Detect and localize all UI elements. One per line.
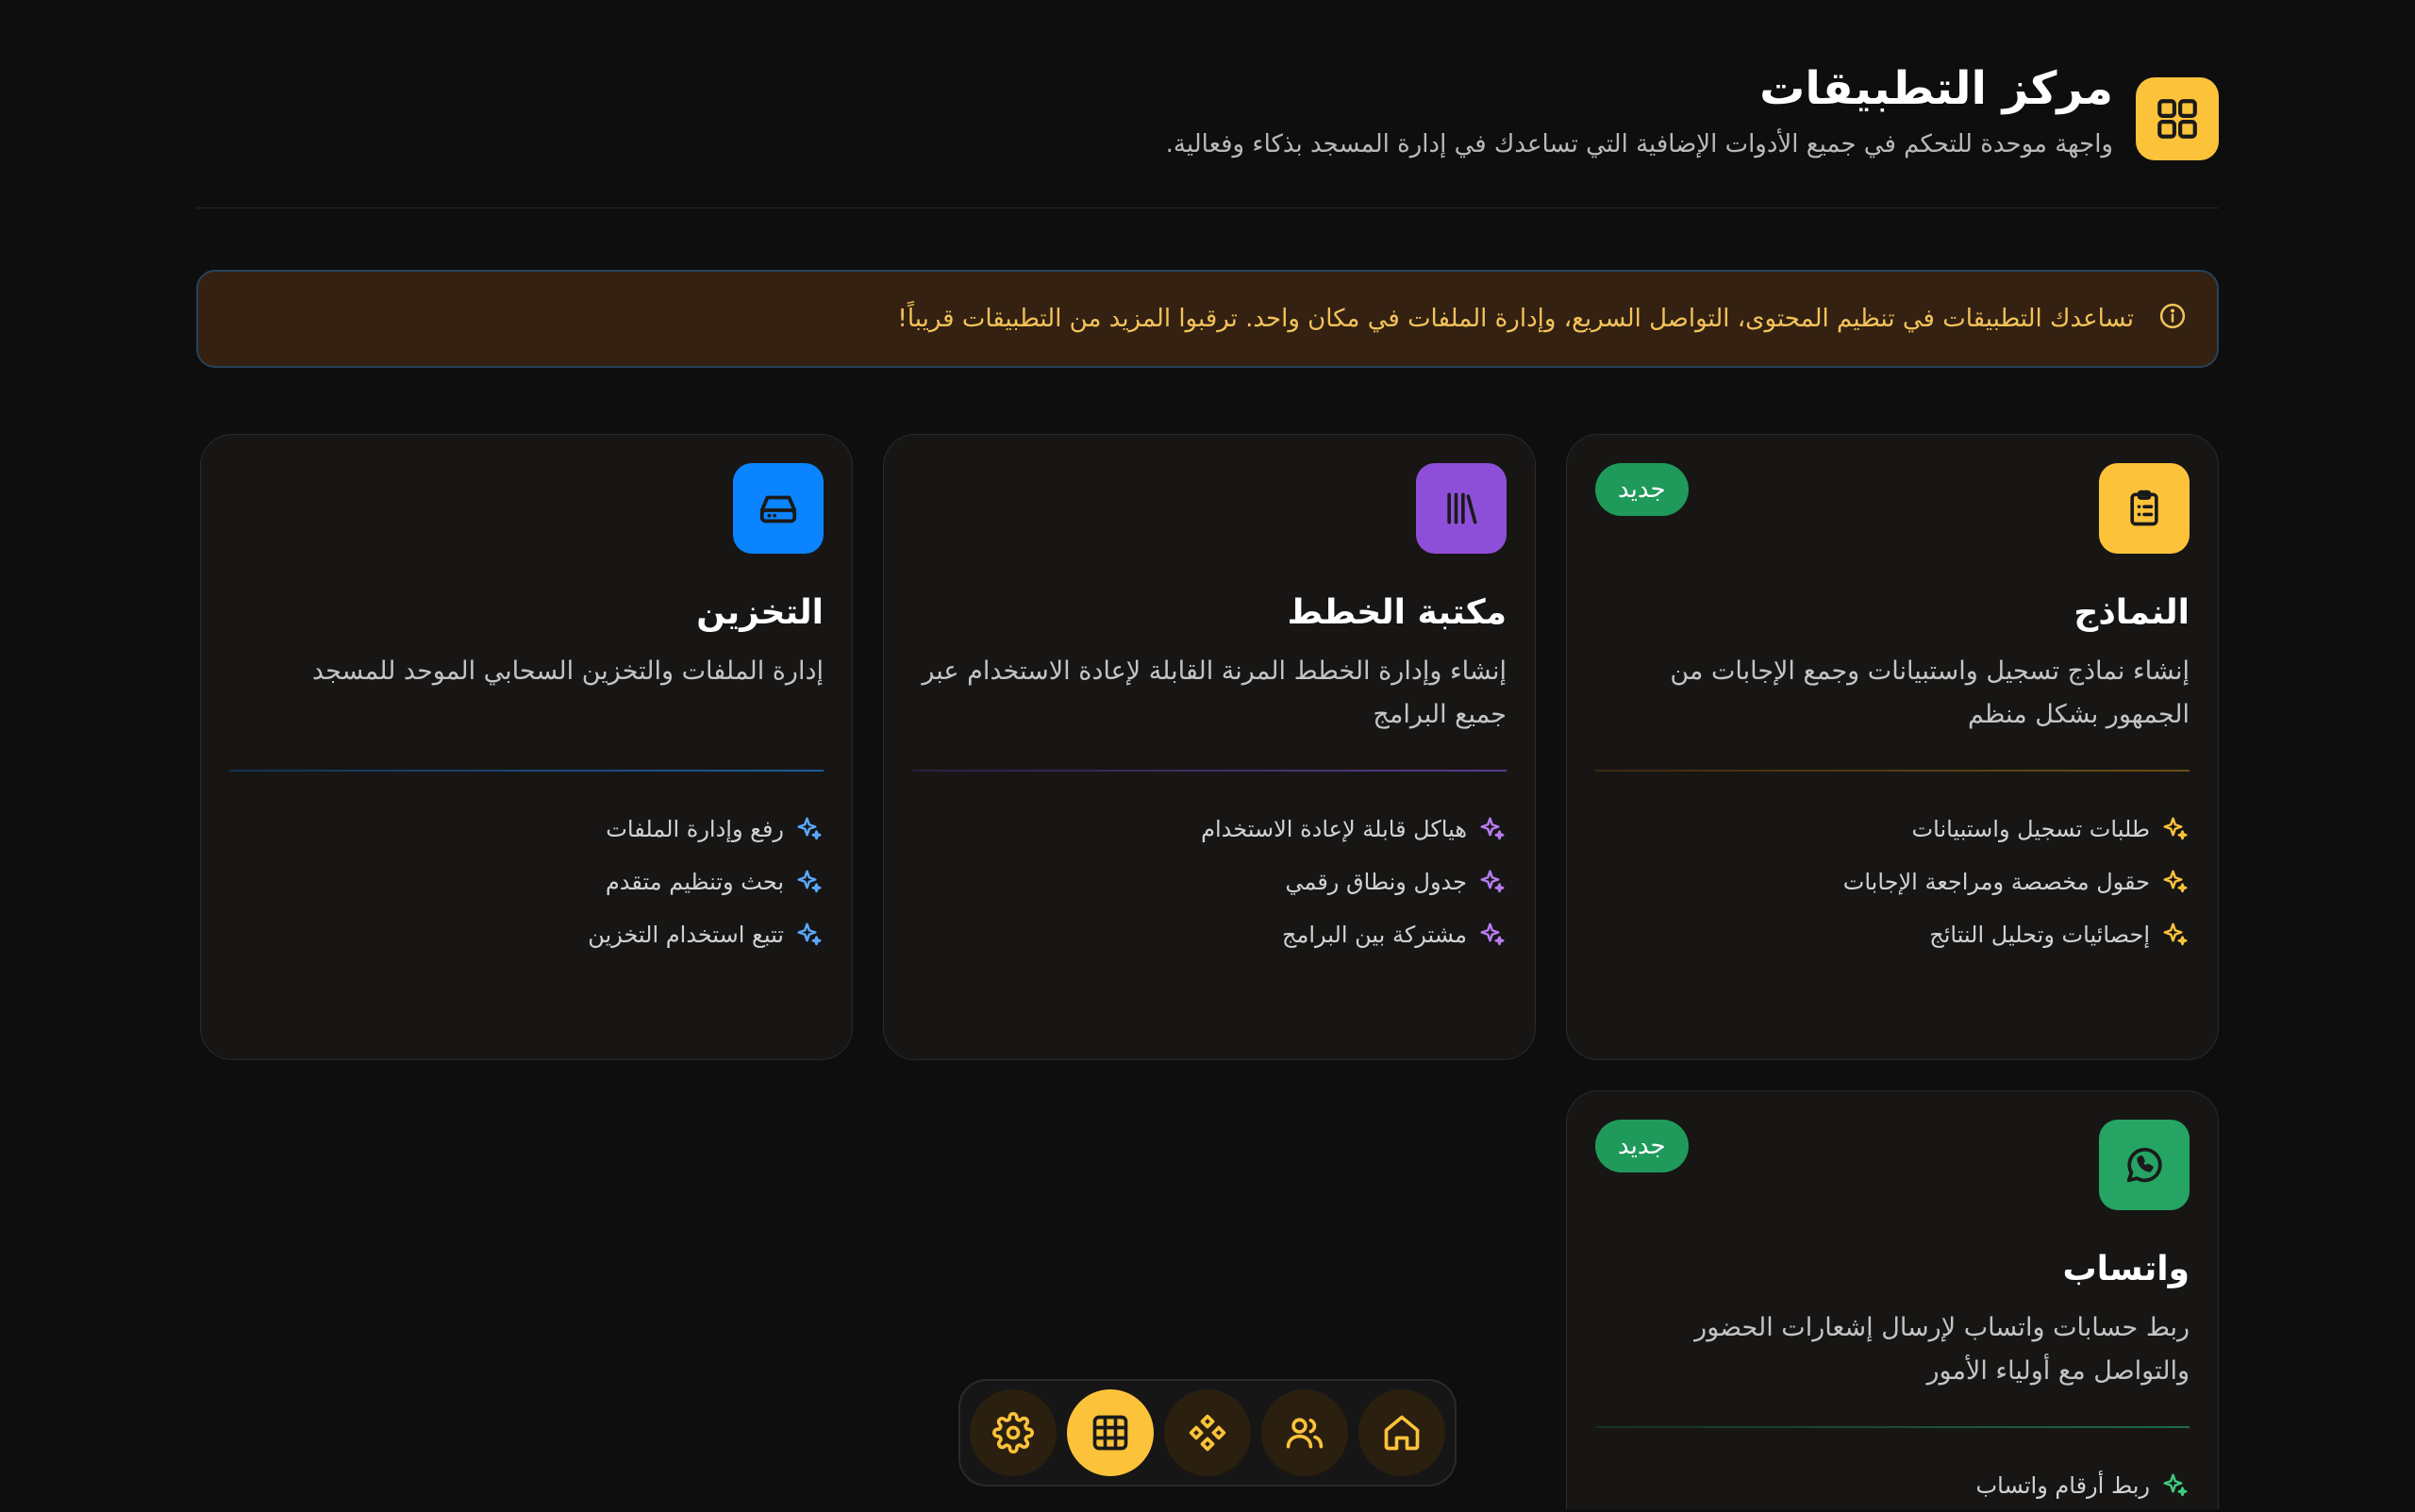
- feature-item: رفع وإدارة الملفات: [588, 803, 824, 856]
- feature-text: ربط أرقام واتساب: [1975, 1472, 2150, 1499]
- dock-components-button[interactable]: [1164, 1389, 1251, 1476]
- feature-item: إحصائيات وتحليل النتائج: [1843, 908, 2190, 961]
- feature-text: طلبات تسجيل واستبيانات: [1911, 816, 2150, 842]
- card-description: إنشاء نماذج تسجيل واستبيانات وجمع الإجاب…: [1670, 656, 2190, 729]
- card-title: النماذج: [2074, 593, 2190, 632]
- page-header: مركز التطبيقات واجهة موحدة للتحكم في جمي…: [196, 0, 2219, 208]
- feature-text: رفع وإدارة الملفات: [606, 816, 784, 842]
- feature-text: حقول مخصصة ومراجعة الإجابات: [1842, 869, 2150, 895]
- card-divider: [229, 770, 824, 772]
- apps-center-page: مركز التطبيقات واجهة موحدة للتحكم في جمي…: [196, 0, 2219, 1509]
- card-description: إنشاء وإدارة الخطط المرنة القابلة لإعادة…: [922, 656, 1507, 729]
- card-title: واتساب: [2062, 1250, 2190, 1288]
- home-icon: [1384, 1415, 1420, 1451]
- new-badge: جديد: [1595, 463, 1689, 516]
- feature-item: ربط أرقام واتساب: [1976, 1459, 2190, 1512]
- feature-item: بحث وتنظيم متقدم: [588, 856, 824, 908]
- bottom-dock: [958, 1379, 1457, 1487]
- grid-icon: [2136, 77, 2219, 160]
- sparkles-icon: [1480, 817, 1505, 840]
- sparkles-icon: [797, 817, 822, 840]
- card-description: إدارة الملفات والتخزين السحابي الموحد لل…: [311, 656, 824, 686]
- users-icon: [1286, 1418, 1324, 1449]
- sparkles-icon: [1480, 922, 1505, 946]
- feature-item: طلبات تسجيل واستبيانات: [1843, 803, 2190, 856]
- feature-item: تتبع استخدام التخزين: [588, 908, 824, 961]
- feature-item: حقول مخصصة ومراجعة الإجابات: [1843, 856, 2190, 908]
- card-divider: [1595, 770, 2190, 772]
- page-subtitle: واجهة موحدة للتحكم في جميع الأدوات الإضا…: [1165, 130, 2113, 158]
- whatsapp-icon: [2099, 1120, 2190, 1210]
- feature-list: ربط أرقام واتساب: [1976, 1459, 2190, 1512]
- app-card-storage[interactable]: التخزين إدارة الملفات والتخزين السحابي ا…: [200, 434, 853, 1060]
- components-icon: [1189, 1414, 1226, 1452]
- app-card-whatsapp[interactable]: جديد واتساب ربط حسابات واتساب لإرسال إشع…: [1566, 1090, 2219, 1509]
- feature-text: جدول ونطاق رقمي: [1285, 869, 1467, 895]
- card-title: التخزين: [696, 593, 824, 632]
- card-divider: [1595, 1426, 2190, 1428]
- feature-item: هياكل قابلة لإعادة الاستخدام: [1201, 803, 1507, 856]
- feature-text: إحصائيات وتحليل النتائج: [1929, 922, 2150, 948]
- feature-list: طلبات تسجيل واستبيانات حقول مخصصة ومراجع…: [1843, 803, 2190, 961]
- feature-list: رفع وإدارة الملفات بحث وتنظيم متقدم تتبع…: [588, 803, 824, 961]
- feature-text: بحث وتنظيم متقدم: [605, 869, 784, 895]
- info-banner: تساعدك التطبيقات في تنظيم المحتوى، التوا…: [196, 270, 2219, 368]
- card-divider: [912, 770, 1507, 772]
- dock-home-button[interactable]: [1358, 1389, 1445, 1476]
- app-card-plans-library[interactable]: مكتبة الخطط إنشاء وإدارة الخطط المرنة ال…: [883, 434, 1536, 1060]
- banner-text: تساعدك التطبيقات في تنظيم المحتوى، التوا…: [897, 305, 2134, 333]
- apps-grid-icon: [1092, 1415, 1128, 1451]
- sparkles-icon: [2163, 1473, 2188, 1497]
- dock-users-button[interactable]: [1261, 1389, 1348, 1476]
- sparkles-icon: [797, 870, 822, 893]
- card-title: مكتبة الخطط: [1287, 593, 1507, 632]
- feature-item: مشتركة بين البرامج: [1201, 908, 1507, 961]
- sparkles-icon: [2163, 817, 2188, 840]
- feature-list: هياكل قابلة لإعادة الاستخدام جدول ونطاق …: [1201, 803, 1507, 961]
- clipboard-icon: [2099, 463, 2190, 554]
- page-title: مركز التطبيقات: [1759, 62, 2113, 115]
- sparkles-icon: [2163, 870, 2188, 893]
- settings-icon: [992, 1412, 1034, 1454]
- feature-item: جدول ونطاق رقمي: [1201, 856, 1507, 908]
- info-icon: [2153, 302, 2187, 336]
- feature-text: مشتركة بين البرامج: [1282, 922, 1467, 948]
- dock-settings-button[interactable]: [970, 1389, 1057, 1476]
- new-badge: جديد: [1595, 1120, 1689, 1172]
- app-card-forms[interactable]: جديد النماذج إنشاء نماذج تسجيل واستبيانا…: [1566, 434, 2219, 1060]
- library-icon: [1416, 463, 1507, 554]
- sparkles-icon: [1480, 870, 1505, 893]
- sparkles-icon: [2163, 922, 2188, 946]
- dock-apps-button[interactable]: [1067, 1389, 1154, 1476]
- card-description: ربط حسابات واتساب لإرسال إشعارات الحضور …: [1694, 1313, 2190, 1386]
- sparkles-icon: [797, 922, 822, 946]
- hard-drive-icon: [733, 463, 824, 554]
- feature-text: تتبع استخدام التخزين: [588, 922, 784, 948]
- feature-text: هياكل قابلة لإعادة الاستخدام: [1201, 816, 1467, 842]
